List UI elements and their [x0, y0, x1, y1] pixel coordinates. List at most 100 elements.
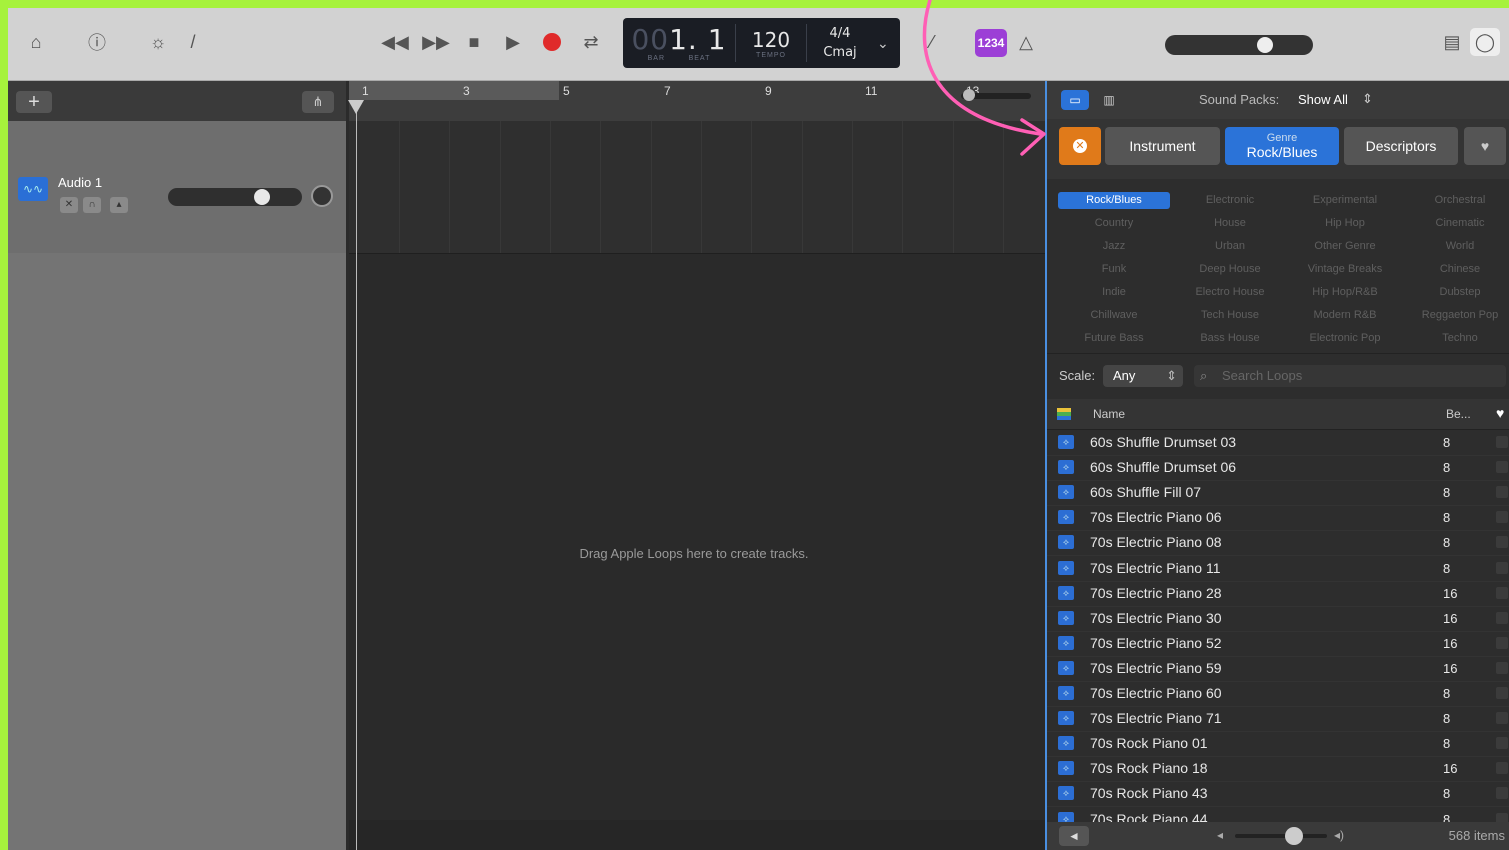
add-track-button[interactable]: + — [16, 91, 52, 113]
loop-row[interactable]: ⟡ 60s Shuffle Drumset 03 8 — [1047, 430, 1509, 456]
genre-item[interactable]: Electro House — [1174, 284, 1286, 301]
genre-item[interactable]: Techno — [1404, 330, 1509, 347]
favorite-checkbox[interactable] — [1496, 712, 1508, 725]
favorite-checkbox[interactable] — [1496, 561, 1508, 574]
mute-icon[interactable]: ✕ — [60, 197, 78, 213]
metronome-icon[interactable]: △ — [1014, 30, 1038, 54]
genre-item[interactable]: Orchestral — [1404, 192, 1509, 209]
genre-item[interactable]: Reggaeton Pop — [1404, 307, 1509, 324]
genre-item[interactable]: World — [1404, 238, 1509, 255]
slider-knob[interactable] — [254, 189, 270, 205]
genre-item[interactable]: Experimental — [1289, 192, 1401, 209]
loop-row[interactable]: ⟡ 70s Rock Piano 18 16 — [1047, 756, 1509, 783]
loop-row[interactable]: ⟡ 70s Rock Piano 43 8 — [1047, 781, 1509, 808]
column-header-name[interactable]: Name — [1093, 407, 1125, 421]
sound-packs-select[interactable]: Show All — [1298, 92, 1348, 107]
loop-browser-icon[interactable]: ◯ — [1470, 28, 1500, 56]
favorite-checkbox[interactable] — [1496, 536, 1508, 549]
favorite-checkbox[interactable] — [1496, 636, 1508, 649]
favorite-checkbox[interactable] — [1496, 586, 1508, 599]
reset-button[interactable]: ✕ — [1059, 127, 1101, 165]
genre-item[interactable]: House — [1174, 215, 1286, 232]
descriptors-button[interactable]: Descriptors — [1344, 127, 1458, 165]
button-view-icon[interactable]: ▭ — [1061, 90, 1089, 110]
scale-select[interactable]: Any ⇕ — [1103, 365, 1183, 387]
play-icon[interactable]: ▶ — [501, 30, 525, 54]
track-header[interactable]: ∿∿ Audio 1 ✕ ∩ ▴ — [8, 121, 346, 253]
favorite-checkbox[interactable] — [1496, 461, 1508, 474]
fast-forward-icon[interactable]: ▶▶ — [422, 30, 450, 54]
slider-knob[interactable] — [1257, 37, 1273, 53]
genre-item[interactable]: Future Bass — [1058, 330, 1170, 347]
input-monitor-icon[interactable]: ▴ — [110, 197, 128, 213]
genre-item[interactable]: Electronic — [1174, 192, 1286, 209]
genre-item[interactable]: Urban — [1174, 238, 1286, 255]
preview-speaker-button[interactable]: ◄ — [1059, 826, 1089, 846]
cycle-icon[interactable]: ⇄ — [579, 30, 603, 54]
genre-item[interactable]: Cinematic — [1404, 215, 1509, 232]
loop-row[interactable]: ⟡ 70s Electric Piano 08 8 — [1047, 530, 1509, 557]
genre-item[interactable]: Chillwave — [1058, 307, 1170, 324]
genre-item[interactable]: Modern R&B — [1289, 307, 1401, 324]
loop-row[interactable]: ⟡ 70s Electric Piano 52 16 — [1047, 631, 1509, 657]
color-column-icon[interactable] — [1057, 408, 1071, 420]
loop-row[interactable]: ⟡ 70s Electric Piano 59 16 — [1047, 656, 1509, 682]
count-in-button[interactable]: 1234 — [975, 29, 1007, 57]
genre-button[interactable]: Genre Rock/Blues — [1225, 127, 1339, 165]
track-volume-slider[interactable] — [168, 188, 302, 206]
favorite-checkbox[interactable] — [1496, 737, 1508, 750]
record-icon[interactable] — [540, 30, 564, 54]
genre-item[interactable]: Tech House — [1174, 307, 1286, 324]
favorites-button[interactable]: ♥ — [1464, 127, 1506, 165]
genre-item[interactable]: Dubstep — [1404, 284, 1509, 301]
loop-row[interactable]: ⟡ 70s Electric Piano 11 8 — [1047, 556, 1509, 582]
search-loops-input[interactable]: ⌕ Search Loops — [1194, 365, 1506, 387]
loop-row[interactable]: ⟡ 70s Electric Piano 60 8 — [1047, 681, 1509, 707]
genre-item[interactable]: Hip Hop/R&B — [1289, 284, 1401, 301]
genre-item[interactable]: Rock/Blues — [1058, 192, 1170, 209]
genre-item[interactable]: Deep House — [1174, 261, 1286, 278]
playhead[interactable] — [356, 100, 357, 850]
genre-item[interactable]: Vintage Breaks — [1289, 261, 1401, 278]
loop-row[interactable]: ⟡ 70s Rock Piano 44 8 — [1047, 807, 1509, 822]
genre-item[interactable]: Bass House — [1174, 330, 1286, 347]
track-lane[interactable] — [349, 121, 1045, 254]
loop-row[interactable]: ⟡ 60s Shuffle Drumset 06 8 — [1047, 455, 1509, 482]
genre-item[interactable]: Jazz — [1058, 238, 1170, 255]
timeline-ruler[interactable]: 1 3 5 7 9 11 13 — [349, 81, 1045, 121]
genre-item[interactable]: Funk — [1058, 261, 1170, 278]
loop-row[interactable]: ⟡ 70s Electric Piano 28 16 — [1047, 581, 1509, 607]
loop-row[interactable]: ⟡ 60s Shuffle Fill 07 8 — [1047, 480, 1509, 507]
slider-knob[interactable] — [1285, 827, 1303, 845]
genre-item[interactable]: Indie — [1058, 284, 1170, 301]
favorite-checkbox[interactable] — [1496, 687, 1508, 699]
genre-item[interactable]: Electronic Pop — [1289, 330, 1401, 347]
smart-controls-icon[interactable]: ☼ — [146, 30, 170, 54]
zoom-slider[interactable] — [961, 89, 1031, 101]
loop-row[interactable]: ⟡ 70s Rock Piano 01 8 — [1047, 731, 1509, 758]
preview-volume-slider[interactable] — [1235, 827, 1327, 845]
playhead-handle[interactable] — [348, 100, 364, 114]
favorite-checkbox[interactable] — [1496, 661, 1508, 674]
favorite-checkbox[interactable] — [1496, 787, 1508, 800]
loop-row[interactable]: ⟡ 70s Electric Piano 30 16 — [1047, 606, 1509, 632]
notepad-icon[interactable]: ▤ — [1440, 30, 1464, 54]
track-area[interactable] — [349, 121, 1045, 850]
loop-row[interactable]: ⟡ 70s Electric Piano 71 8 — [1047, 706, 1509, 733]
loop-row[interactable]: ⟡ 70s Electric Piano 06 8 — [1047, 505, 1509, 532]
pan-knob[interactable] — [311, 185, 333, 207]
favorite-checkbox[interactable] — [1496, 762, 1508, 775]
favorite-checkbox[interactable] — [1496, 486, 1508, 499]
editors-icon[interactable]: / — [181, 30, 205, 54]
chevron-down-icon[interactable]: ⌄ — [877, 35, 889, 52]
column-header-beats[interactable]: Be... — [1446, 407, 1471, 421]
master-volume-slider[interactable] — [1165, 35, 1313, 55]
genre-item[interactable]: Hip Hop — [1289, 215, 1401, 232]
headphones-icon[interactable]: ∩ — [83, 197, 101, 213]
lcd-display[interactable]: 001. 1 BAR BEAT 120 TEMPO 4/4 Cmaj ⌄ — [623, 18, 900, 68]
heart-icon[interactable]: ♥ — [1496, 405, 1504, 421]
favorite-checkbox[interactable] — [1496, 812, 1508, 822]
updown-chevron-icon[interactable]: ⇕ — [1362, 91, 1373, 107]
slider-knob[interactable] — [963, 89, 975, 101]
instrument-button[interactable]: Instrument — [1105, 127, 1220, 165]
